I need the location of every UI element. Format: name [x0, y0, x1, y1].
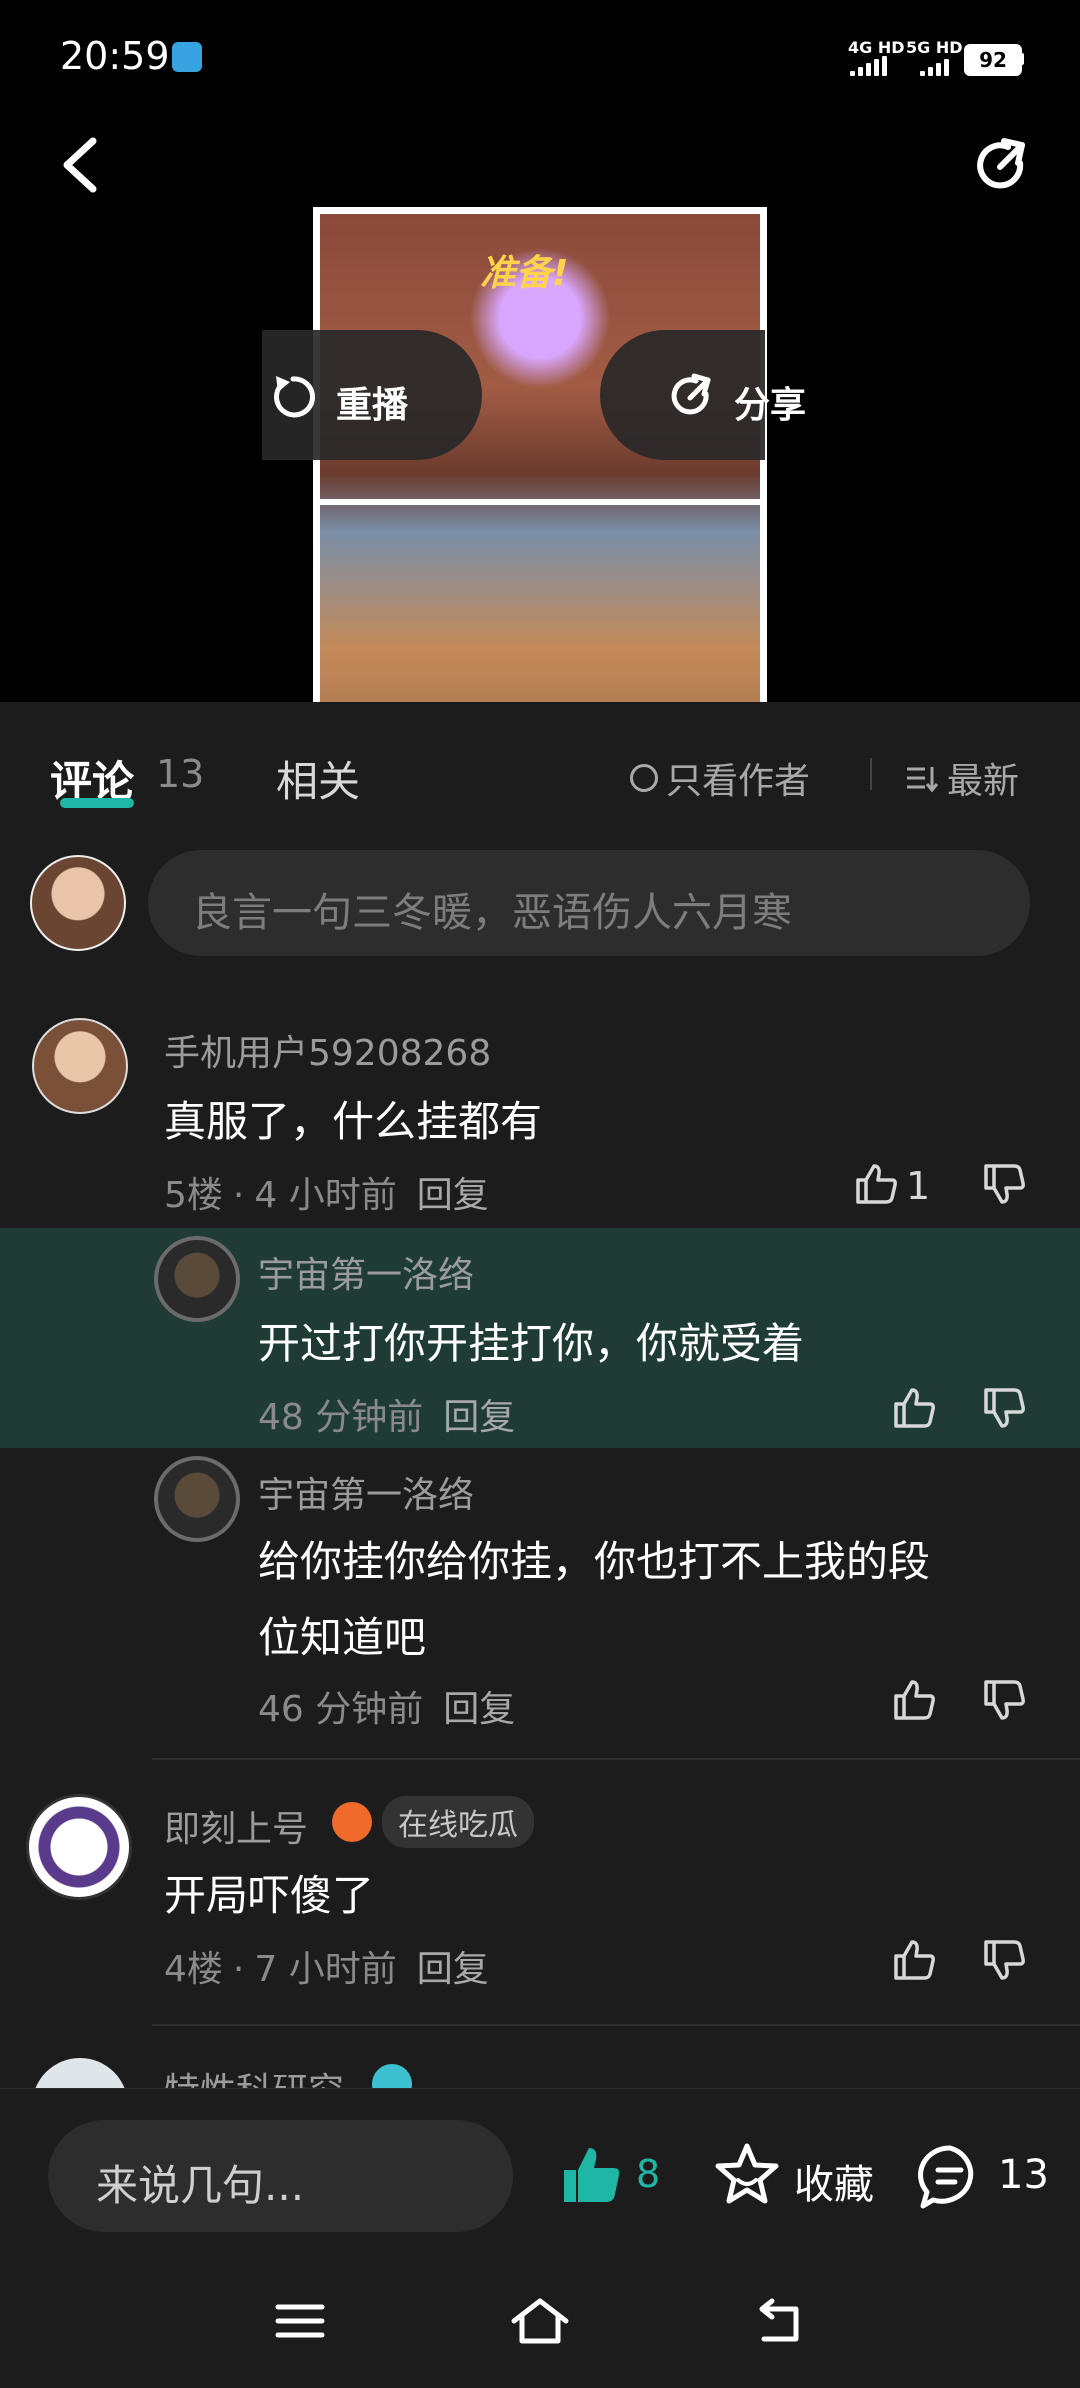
reply-text[interactable]: 开过打你开挂打你，你就受着 [258, 1306, 804, 1382]
reply-username[interactable]: 宇宙第一洛络 [258, 1246, 474, 1298]
comment-username[interactable]: 特性科研究 [164, 2062, 344, 2088]
author-only-toggle[interactable]: 只看作者 [630, 752, 810, 804]
comment-text[interactable]: 开局吓傻了 [164, 1858, 374, 1934]
my-avatar[interactable] [30, 855, 126, 951]
tab-comments-count: 13 [156, 752, 205, 796]
comment-text[interactable]: 真服了，什么挂都有 [164, 1084, 542, 1160]
avatar[interactable] [26, 1794, 132, 1900]
sort-label[interactable]: 最新 [947, 752, 1019, 804]
verified-badge-icon [372, 2064, 412, 2088]
reply-username[interactable]: 宇宙第一洛络 [258, 1466, 474, 1518]
star-icon[interactable] [712, 2140, 782, 2210]
sort-button[interactable]: 最新 [905, 752, 1019, 804]
reply-meta: 46 分钟前 回复 [258, 1680, 515, 1732]
reply-button[interactable]: 回复 [443, 1689, 515, 1730]
avatar[interactable] [154, 1236, 240, 1322]
back-arrow-icon[interactable] [55, 135, 105, 195]
comment-time: 7 小时前 [254, 1949, 397, 1990]
reply-meta: 48 分钟前 回复 [258, 1388, 515, 1440]
signal-2-icon [920, 56, 949, 76]
like-count: 8 [636, 2152, 661, 2196]
like-icon[interactable] [852, 1160, 900, 1208]
avatar[interactable] [154, 1456, 240, 1542]
replay-icon[interactable] [268, 372, 318, 422]
app-notification-icon [172, 42, 202, 72]
comment-count: 13 [998, 2152, 1049, 2198]
reply-text-line2[interactable]: 位知道吧 [258, 1600, 426, 1676]
comment-floor: 5楼 [164, 1175, 223, 1216]
reply-button[interactable]: 回复 [417, 1175, 489, 1216]
user-badge: 在线吃瓜 [382, 1796, 534, 1848]
home-icon[interactable] [510, 2295, 570, 2347]
dislike-icon[interactable] [980, 1676, 1028, 1724]
sort-icon[interactable] [905, 761, 939, 795]
tab-related[interactable]: 相关 [276, 748, 360, 809]
video-overlay-title: 准备! [480, 253, 569, 294]
comment-bubble-icon[interactable] [915, 2142, 985, 2212]
comment-username[interactable]: 手机用户59208268 [164, 1024, 491, 1076]
comment-divider [152, 1758, 1080, 1760]
battery-icon: 92 [964, 44, 1022, 76]
menu-icon[interactable] [270, 2295, 330, 2347]
network-5g-label: 5G HD [906, 38, 963, 57]
like-icon[interactable] [890, 1936, 938, 1984]
comment-floor: 4楼 [164, 1949, 223, 1990]
bottom-input-placeholder[interactable]: 来说几句... [96, 2152, 304, 2213]
comment-meta: 5楼 · 4 小时前 回复 [164, 1175, 489, 1216]
replay-label[interactable]: 重播 [336, 376, 408, 428]
share-icon[interactable] [970, 135, 1034, 199]
video-area[interactable]: 准备! [0, 110, 1080, 799]
share-label[interactable]: 分享 [734, 376, 806, 428]
reply-time: 48 分钟前 [258, 1397, 424, 1438]
network-4g-label: 4G HD [848, 38, 905, 57]
reply-time: 46 分钟前 [258, 1689, 424, 1730]
favorite-label[interactable]: 收藏 [794, 2152, 874, 2210]
comment-time: 4 小时前 [254, 1175, 397, 1216]
share-small-icon[interactable] [666, 372, 716, 422]
comment-divider [152, 2024, 1080, 2026]
like-icon[interactable] [890, 1384, 938, 1432]
reply-button[interactable]: 回复 [443, 1397, 515, 1438]
status-time: 20:59 [60, 34, 170, 78]
dislike-icon[interactable] [980, 1160, 1028, 1208]
comment-input-placeholder[interactable]: 良言一句三冬暖，恶语伤人六月寒 [192, 880, 792, 938]
signal-1-icon [850, 56, 887, 76]
gamepad-badge-icon [332, 1802, 372, 1842]
comment-meta: 4楼 · 7 小时前 回复 [164, 1949, 489, 1990]
reply-text-line1[interactable]: 给你挂你给你挂，你也打不上我的段 [258, 1524, 930, 1600]
dislike-icon[interactable] [980, 1936, 1028, 1984]
like-icon[interactable] [890, 1676, 938, 1724]
active-tab-indicator [60, 798, 134, 808]
battery-tip [1020, 53, 1024, 65]
radio-circle-icon[interactable] [630, 764, 658, 792]
avatar[interactable] [32, 1018, 128, 1114]
back-nav-icon[interactable] [750, 2295, 810, 2347]
comment-username[interactable]: 即刻上号 [164, 1800, 308, 1852]
video-split-divider [320, 499, 760, 505]
avatar[interactable] [32, 2058, 128, 2088]
author-only-label[interactable]: 只看作者 [666, 752, 810, 804]
like-count: 1 [906, 1164, 931, 1208]
dislike-icon[interactable] [980, 1384, 1028, 1432]
partial-comment: 特性科研究 [0, 2040, 1080, 2088]
reply-button[interactable]: 回复 [417, 1949, 489, 1990]
sort-separator [870, 758, 872, 790]
thumbs-up-icon[interactable] [558, 2142, 624, 2208]
